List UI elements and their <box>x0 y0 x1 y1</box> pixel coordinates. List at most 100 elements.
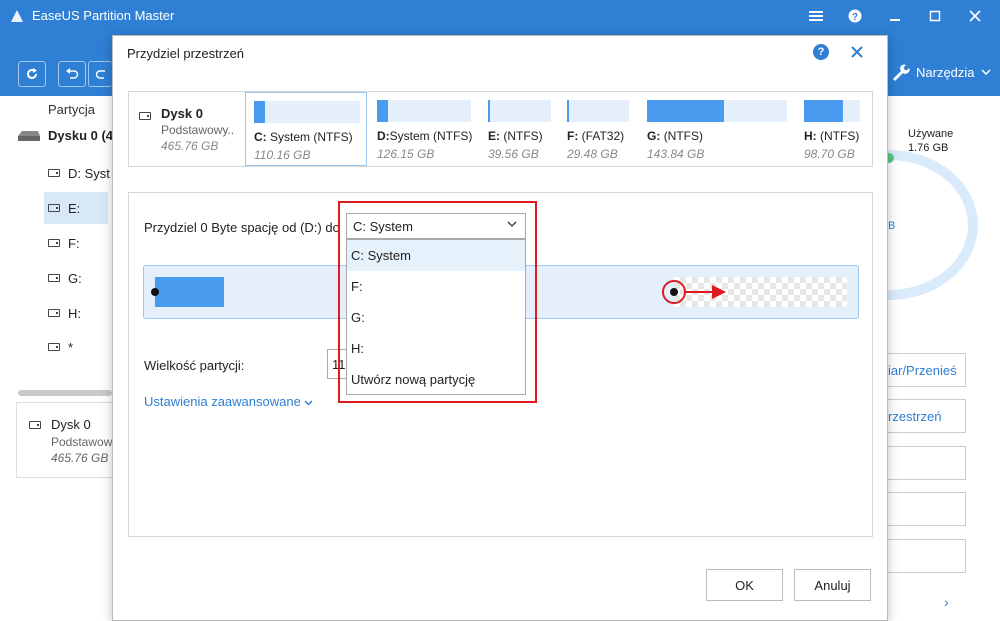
refresh-icon <box>27 68 37 79</box>
undo-button[interactable] <box>58 61 86 87</box>
tools-menu[interactable]: Narzędzia <box>890 62 991 82</box>
dialog-close-icon[interactable] <box>847 42 867 62</box>
tree-item-label: G: <box>68 270 82 286</box>
svg-text:?: ? <box>852 12 858 23</box>
tree-item-e[interactable]: E: <box>44 192 108 224</box>
drive-icon <box>48 274 60 282</box>
allocate-space-dialog: Przydziel przestrzeń ? Dysk 0 Podstawowy… <box>112 35 888 621</box>
partition-usage-fill <box>488 100 490 122</box>
minimize-icon[interactable] <box>885 6 905 26</box>
allocate-space-button[interactable]: rzestrzeń <box>888 399 966 433</box>
drive-icon <box>29 421 41 429</box>
redo-icon <box>95 70 105 79</box>
disk-map: Dysk 0 Podstawowy.. 465.76 GB C: System … <box>128 91 873 167</box>
slider-right-handle[interactable] <box>662 280 686 304</box>
resize-move-button[interactable]: iar/Przenieś <box>888 353 966 387</box>
partition-h[interactable]: H: (NTFS) 98.70 GB <box>796 92 872 166</box>
side-action-button[interactable] <box>888 539 966 573</box>
partition-column-header: Partycja <box>48 102 95 117</box>
hard-disk-icon <box>18 130 40 141</box>
disk-card[interactable]: Dysk 0 Podstawow 465.76 GB <box>16 402 112 478</box>
tree-item-unallocated[interactable]: * <box>48 331 112 363</box>
undo-icon <box>66 68 79 79</box>
side-action-button[interactable] <box>888 446 966 480</box>
cancel-button[interactable]: Anuluj <box>794 569 871 601</box>
donut-center-text: B <box>888 220 896 232</box>
drive-icon <box>48 343 60 351</box>
tree-item-label: E: <box>68 200 81 216</box>
highlight-box <box>338 201 537 403</box>
ok-button[interactable]: OK <box>706 569 783 601</box>
tree-item-h[interactable]: H: <box>48 297 112 329</box>
chevron-right-icon[interactable]: › <box>944 594 949 610</box>
horizontal-scrollbar[interactable] <box>18 390 112 396</box>
partition-label: H: (NTFS) <box>804 129 860 143</box>
partition-usage-bar <box>647 100 787 122</box>
disk-name: Dysk 0 <box>161 106 203 121</box>
app-title: EaseUS Partition Master <box>32 8 175 23</box>
tree-item-label: D: Syst <box>68 165 110 181</box>
side-button-label: rzestrzeń <box>888 408 942 424</box>
maximize-icon[interactable] <box>925 6 945 26</box>
partition-c[interactable]: C: System (NTFS) 110.16 GB <box>245 92 367 166</box>
partition-label: E: (NTFS) <box>488 129 543 143</box>
partition-label: D:System (NTFS) <box>377 129 473 143</box>
advanced-settings-link[interactable]: Ustawienia zaawansowane <box>144 394 313 409</box>
partition-label: C: System (NTFS) <box>254 130 353 144</box>
tree-item-d[interactable]: D: Syst <box>48 157 112 189</box>
partition-usage-bar <box>567 100 629 122</box>
partition-size: 110.16 GB <box>254 148 311 162</box>
tree-disk-label: Dysku 0 (4 <box>48 128 114 143</box>
partition-size: 126.15 GB <box>377 147 435 161</box>
disk-size: 465.76 GB <box>161 139 219 153</box>
side-button-label: iar/Przenieś <box>888 362 957 378</box>
side-action-button[interactable] <box>888 492 966 526</box>
disk-card-name: Dysk 0 <box>51 417 91 432</box>
advanced-settings-label: Ustawienia zaawansowane <box>144 394 301 409</box>
partition-usage-fill <box>804 100 843 122</box>
partition-usage-fill <box>254 101 265 123</box>
disk-info: Dysk 0 Podstawowy.. 465.76 GB <box>129 92 245 166</box>
drive-icon <box>139 112 151 120</box>
partition-usage-fill <box>647 100 724 122</box>
drive-icon <box>48 169 60 177</box>
partition-label: F: (FAT32) <box>567 129 625 143</box>
dialog-title: Przydziel przestrzeń <box>127 46 245 61</box>
tree-item-g[interactable]: G: <box>48 262 112 294</box>
menu-icon[interactable] <box>806 6 826 26</box>
partition-size: 98.70 GB <box>804 147 855 161</box>
chevron-down-icon <box>981 69 991 76</box>
tools-menu-label: Narzędzia <box>916 64 975 80</box>
redo-button[interactable] <box>88 61 112 87</box>
used-label: Używane <box>908 128 954 140</box>
drive-icon <box>48 309 60 317</box>
partition-usage-bar <box>488 100 551 122</box>
partition-g[interactable]: G: (NTFS) 143.84 GB <box>639 92 795 166</box>
slider-used-fill <box>155 277 224 307</box>
tree-disk-0[interactable]: Dysku 0 (4 <box>18 128 113 143</box>
disk-card-type: Podstawow <box>51 435 113 449</box>
partition-usage-bar <box>377 100 471 122</box>
refresh-button[interactable] <box>18 61 46 87</box>
drive-icon <box>48 239 60 247</box>
drag-arrow-line <box>686 291 714 293</box>
help-icon[interactable]: ? <box>845 6 865 26</box>
partition-d[interactable]: D:System (NTFS) 126.15 GB <box>369 92 479 166</box>
partition-size: 29.48 GB <box>567 147 618 161</box>
slider-left-handle[interactable] <box>151 288 159 296</box>
app-logo-icon <box>11 10 23 22</box>
close-window-icon[interactable] <box>965 6 985 26</box>
partition-label: G: (NTFS) <box>647 129 704 143</box>
chevron-down-icon <box>304 400 313 406</box>
partition-size: 39.56 GB <box>488 147 539 161</box>
tree-item-label: * <box>68 339 74 355</box>
tree-item-f[interactable]: F: <box>48 227 112 259</box>
partition-usage-fill <box>567 100 569 122</box>
tree-item-label: F: <box>68 235 80 251</box>
partition-e[interactable]: E: (NTFS) 39.56 GB <box>480 92 559 166</box>
partition-usage-fill <box>377 100 388 122</box>
partition-f[interactable]: F: (FAT32) 29.48 GB <box>559 92 639 166</box>
drag-arrow-icon <box>712 285 726 299</box>
dialog-help-icon[interactable]: ? <box>813 44 829 60</box>
drive-icon <box>48 204 60 212</box>
